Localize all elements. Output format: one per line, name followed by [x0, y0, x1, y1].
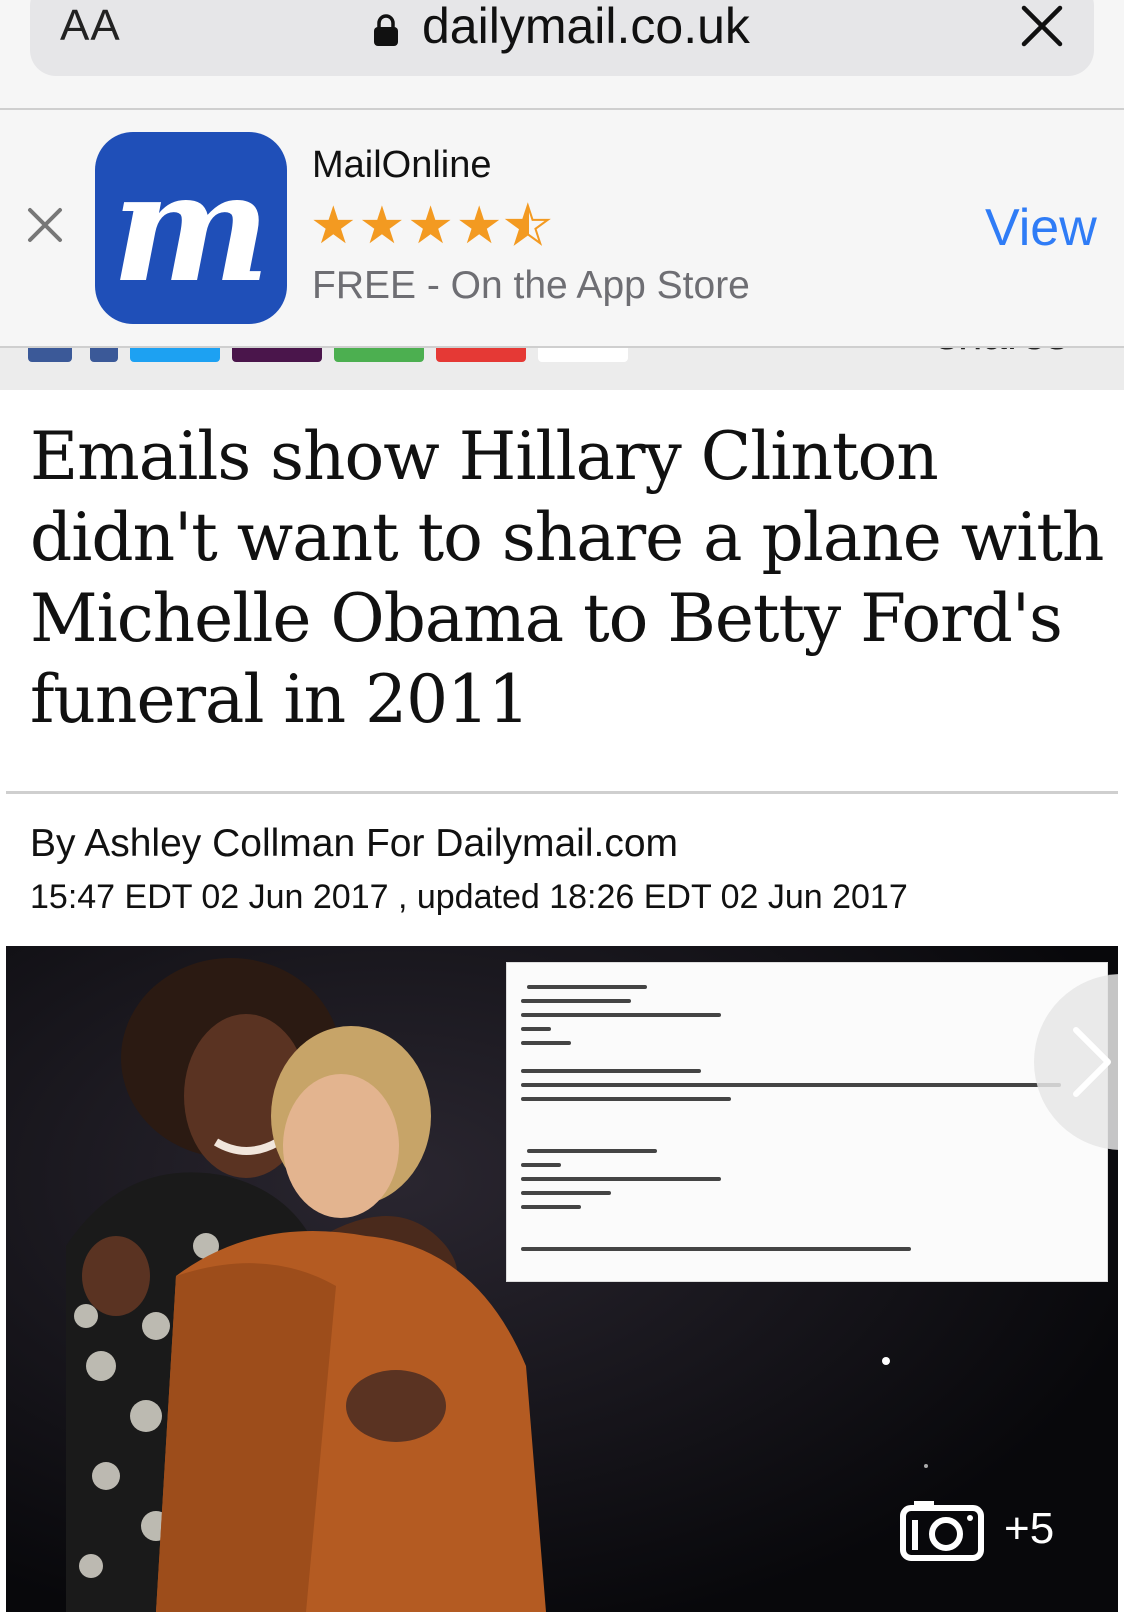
twitter-share-button[interactable]	[130, 348, 220, 362]
app-icon-letter: m	[111, 140, 271, 316]
lock-icon	[374, 14, 398, 46]
text-size-button[interactable]: AA	[60, 0, 121, 52]
gallery-count: +5	[1004, 1504, 1055, 1553]
facebook-share-button-2[interactable]	[90, 348, 118, 362]
share-bar: shares	[0, 346, 1124, 390]
shares-label: shares	[936, 348, 1068, 360]
browser-toolbar: AA dailymail.co.uk	[0, 0, 1124, 110]
email-printout	[506, 962, 1108, 1282]
half-star-icon: ★★	[504, 197, 554, 255]
hero-image[interactable]: +5	[6, 946, 1118, 1612]
byline[interactable]: By Ashley Collman For Dailymail.com	[30, 822, 678, 866]
app-icon[interactable]: m	[95, 132, 287, 324]
more-share-button[interactable]	[538, 348, 628, 362]
divider	[6, 791, 1118, 794]
star-icon: ★	[455, 197, 505, 255]
star-icon: ★	[358, 197, 408, 255]
slack-share-button[interactable]	[232, 348, 322, 362]
chevron-right-icon	[1073, 1027, 1111, 1097]
app-store-text: FREE - On the App Store	[312, 264, 750, 307]
article-headline: Emails show Hillary Clinton didn't want …	[30, 418, 1104, 738]
url-text[interactable]: dailymail.co.uk	[422, 0, 750, 54]
banner-close-icon[interactable]	[26, 206, 64, 244]
dateline: 15:47 EDT 02 Jun 2017 , updated 18:26 ED…	[30, 878, 908, 916]
star-icon: ★	[310, 197, 359, 255]
app-banner: m MailOnline ★★★★★★ FREE - On the App St…	[0, 110, 1124, 346]
app-name: MailOnline	[312, 144, 492, 186]
star-icon: ★	[407, 197, 456, 255]
whatsapp-share-button[interactable]	[334, 348, 424, 362]
facebook-share-button[interactable]	[28, 348, 72, 362]
close-icon[interactable]	[1018, 2, 1066, 50]
camera-icon	[900, 1501, 984, 1561]
email-share-button[interactable]	[436, 348, 526, 362]
view-button[interactable]: View	[985, 198, 1097, 258]
app-rating: ★★★★★★	[310, 197, 554, 255]
